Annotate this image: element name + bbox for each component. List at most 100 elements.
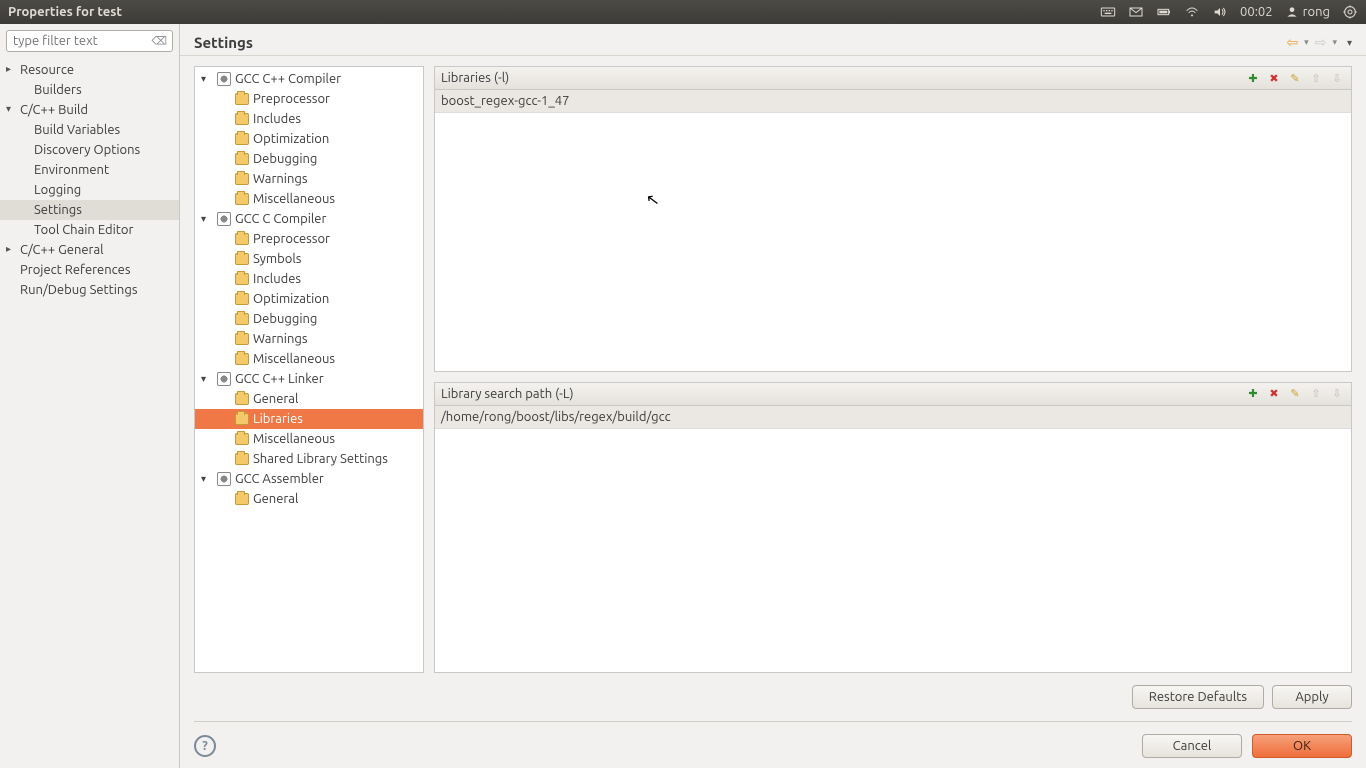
folder-icon — [235, 193, 249, 205]
main-body: ▾ GCC C++ Compiler Preprocessor Includes Opt… — [180, 56, 1366, 679]
tool-tree-label: Optimization — [253, 132, 329, 146]
tool-tree-label: Symbols — [253, 252, 301, 266]
sidebar-item[interactable]: Tool Chain Editor — [0, 220, 179, 240]
sidebar-item[interactable]: Discovery Options — [0, 140, 179, 160]
tool-tree-item[interactable]: Libraries — [195, 409, 423, 429]
sidebar-item[interactable]: Settings — [0, 200, 179, 220]
folder-icon — [235, 293, 249, 305]
move-down-icon: ⇩ — [1329, 70, 1345, 86]
tool-tree-item[interactable]: Debugging — [195, 149, 423, 169]
delete-library-icon[interactable]: ✖ — [1266, 70, 1282, 86]
mail-icon[interactable] — [1128, 4, 1144, 20]
edit-library-icon[interactable]: ✎ — [1287, 70, 1303, 86]
tool-tree-item[interactable]: Shared Library Settings — [195, 449, 423, 469]
tool-tree-item[interactable]: Preprocessor — [195, 89, 423, 109]
filter-input[interactable] — [6, 30, 173, 52]
folder-icon — [235, 453, 249, 465]
tool-tree-item[interactable]: Warnings — [195, 329, 423, 349]
tool-tree-label: Preprocessor — [253, 232, 330, 246]
sidebar-item[interactable]: Builders — [0, 80, 179, 100]
help-icon[interactable]: ? — [194, 735, 216, 757]
battery-icon[interactable] — [1156, 4, 1172, 20]
ok-button[interactable]: OK — [1252, 734, 1352, 758]
category-sidebar: ⌫ ResourceBuildersC/C++ BuildBuild Varia… — [0, 24, 180, 768]
sidebar-item[interactable]: Run/Debug Settings — [0, 280, 179, 300]
back-menu-icon[interactable]: ▾ — [1304, 37, 1309, 48]
user-menu[interactable]: rong — [1285, 5, 1330, 19]
search-path-title: Library search path (-L) — [441, 387, 574, 401]
folder-icon — [235, 173, 249, 185]
tool-tree-item[interactable]: Miscellaneous — [195, 349, 423, 369]
tool-tree-item[interactable]: Miscellaneous — [195, 429, 423, 449]
cancel-button[interactable]: Cancel — [1142, 734, 1242, 758]
sidebar-item[interactable]: Logging — [0, 180, 179, 200]
edit-path-icon[interactable]: ✎ — [1287, 386, 1303, 402]
sidebar-item[interactable]: C/C++ General — [0, 240, 179, 260]
search-path-list[interactable]: /home/rong/boost/libs/regex/build/gcc — [435, 406, 1351, 672]
libraries-title: Libraries (-l) — [441, 71, 509, 85]
menu-icon[interactable]: ▾ — [1347, 37, 1352, 49]
libraries-toolbar: ✚ ✖ ✎ ⇧ ⇩ — [1245, 70, 1345, 86]
expand-arrow-icon[interactable]: ▾ — [201, 473, 206, 485]
libraries-list[interactable]: boost_regex-gcc-1_47 — [435, 90, 1351, 371]
search-path-row[interactable]: /home/rong/boost/libs/regex/build/gcc — [435, 406, 1351, 429]
system-topbar: Properties for test 00:02 rong — [0, 0, 1366, 24]
keyboard-icon[interactable] — [1100, 4, 1116, 20]
tool-tree-label: Miscellaneous — [253, 432, 335, 446]
gear-icon — [217, 472, 231, 486]
expand-arrow-icon[interactable]: ▾ — [201, 213, 206, 225]
folder-icon — [235, 413, 249, 425]
tool-tree-item[interactable]: Preprocessor — [195, 229, 423, 249]
tool-tree-item[interactable]: Warnings — [195, 169, 423, 189]
power-icon[interactable] — [1342, 4, 1358, 20]
dialog-buttons: Cancel OK — [1142, 734, 1352, 758]
tool-tree-label: GCC C++ Compiler — [235, 72, 341, 86]
expand-arrow-icon[interactable]: ▾ — [201, 73, 206, 85]
tool-tree-item[interactable]: Optimization — [195, 129, 423, 149]
tool-tree-item[interactable]: ▾GCC C++ Linker — [195, 369, 423, 389]
libraries-header: Libraries (-l) ✚ ✖ ✎ ⇧ ⇩ — [435, 67, 1351, 90]
clear-filter-icon[interactable]: ⌫ — [151, 35, 167, 48]
tool-tree-label: Warnings — [253, 332, 308, 346]
tool-tree-item[interactable]: ▾ GCC C++ Compiler — [195, 69, 423, 89]
tool-tree-label: Debugging — [253, 312, 317, 326]
tool-tree-item[interactable]: General — [195, 389, 423, 409]
delete-path-icon[interactable]: ✖ — [1266, 386, 1282, 402]
folder-icon — [235, 113, 249, 125]
page-title: Settings — [194, 34, 253, 51]
tool-tree-item[interactable]: Includes — [195, 269, 423, 289]
tool-tree-label: Miscellaneous — [253, 352, 335, 366]
tool-tree-item[interactable]: Miscellaneous — [195, 189, 423, 209]
tool-tree-label: Warnings — [253, 172, 308, 186]
forward-menu-icon[interactable]: ▾ — [1332, 37, 1337, 48]
sidebar-item[interactable]: Environment — [0, 160, 179, 180]
sidebar-item[interactable]: Build Variables — [0, 120, 179, 140]
add-library-icon[interactable]: ✚ — [1245, 70, 1261, 86]
folder-icon — [235, 93, 249, 105]
add-path-icon[interactable]: ✚ — [1245, 386, 1261, 402]
wifi-icon[interactable] — [1184, 4, 1200, 20]
back-icon[interactable]: ⇦ — [1286, 34, 1298, 51]
library-row[interactable]: boost_regex-gcc-1_47 — [435, 90, 1351, 113]
tool-tree-item[interactable]: ▾GCC Assembler — [195, 469, 423, 489]
tool-tree-item[interactable]: Symbols — [195, 249, 423, 269]
restore-defaults-button[interactable]: Restore Defaults — [1132, 685, 1264, 709]
tool-tree-label: Miscellaneous — [253, 192, 335, 206]
volume-icon[interactable] — [1212, 4, 1228, 20]
sidebar-item[interactable]: C/C++ Build — [0, 100, 179, 120]
tool-tree-item[interactable]: Optimization — [195, 289, 423, 309]
tool-tree-item[interactable]: Debugging — [195, 309, 423, 329]
tool-tree-label: Includes — [253, 112, 301, 126]
tool-tree-item[interactable]: General — [195, 489, 423, 509]
folder-icon — [235, 153, 249, 165]
tool-tree-label: Includes — [253, 272, 301, 286]
expand-arrow-icon[interactable]: ▾ — [201, 373, 206, 385]
tool-tree-label: General — [253, 392, 298, 406]
sidebar-item[interactable]: Resource — [0, 60, 179, 80]
tool-tree-item[interactable]: ▾GCC C Compiler — [195, 209, 423, 229]
clock-time[interactable]: 00:02 — [1240, 5, 1273, 19]
sidebar-item[interactable]: Project References — [0, 260, 179, 280]
tool-tree-item[interactable]: Includes — [195, 109, 423, 129]
folder-icon — [235, 133, 249, 145]
apply-button[interactable]: Apply — [1272, 685, 1352, 709]
